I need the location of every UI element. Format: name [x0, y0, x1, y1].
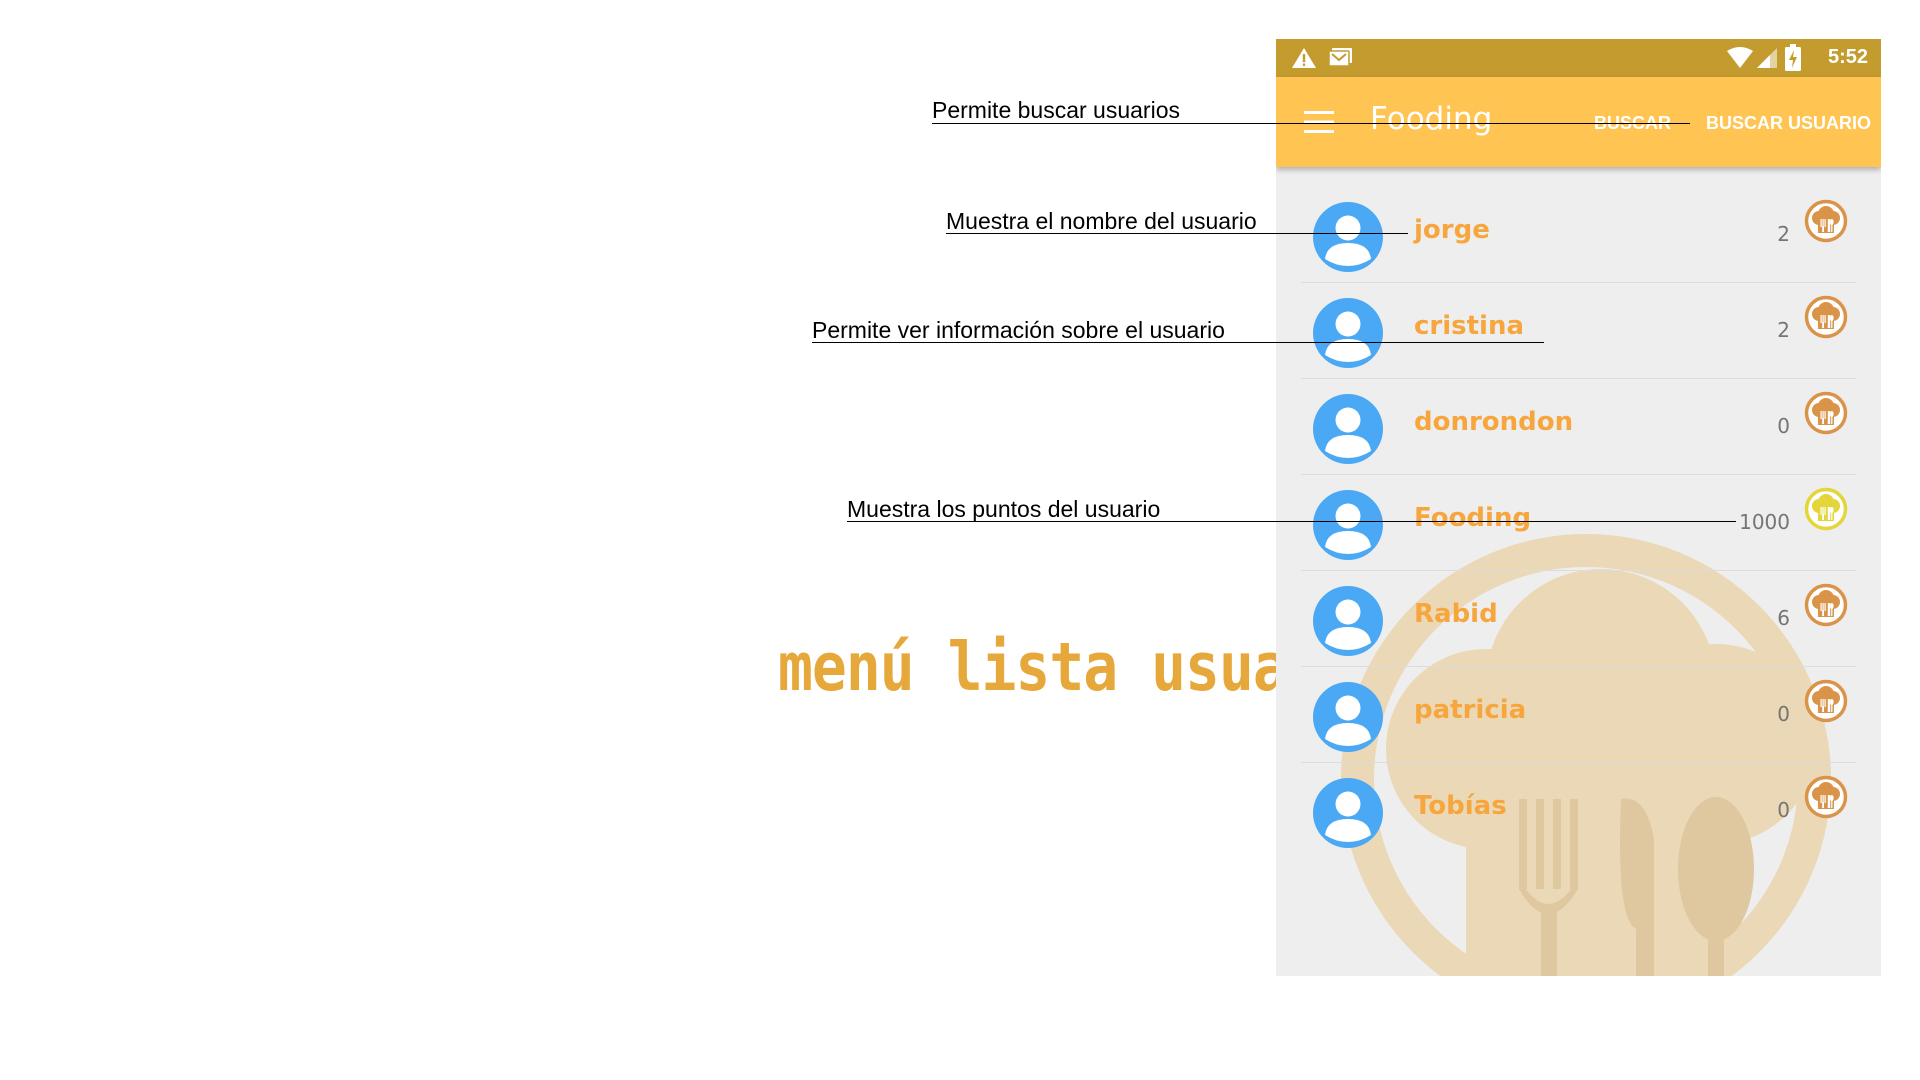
chef-hat-badge-icon: [1804, 391, 1848, 435]
annotation-name-line: [946, 233, 1408, 234]
buscar-usuario-button[interactable]: BUSCAR USUARIO: [1706, 113, 1871, 134]
status-time: 5:52: [1827, 46, 1868, 68]
user-points: 2: [1777, 222, 1790, 246]
user-name: patricia: [1414, 695, 1527, 725]
annotation-search: Permite buscar usuarios: [932, 97, 1180, 123]
chef-hat-badge-icon: [1804, 199, 1848, 243]
user-points: 0: [1777, 414, 1790, 438]
user-list-item[interactable]: Tobías 0: [1301, 763, 1856, 858]
chef-hat-badge-icon: [1804, 295, 1848, 339]
user-list-item[interactable]: cristina 2: [1301, 283, 1856, 379]
user-name: donrondon: [1414, 407, 1574, 437]
user-list-item[interactable]: jorge 2: [1301, 187, 1856, 283]
chef-hat-badge-icon: [1804, 583, 1848, 627]
user-points: 0: [1777, 702, 1790, 726]
avatar-icon[interactable]: [1313, 586, 1383, 656]
battery-icon: [1785, 44, 1801, 71]
user-points: 2: [1777, 318, 1790, 342]
warning-icon: [1292, 48, 1316, 68]
app-toolbar: Fooding BUSCAR BUSCAR USUARIO: [1276, 77, 1881, 167]
phone-screen: 5:52 Fooding BUSCAR BUSCAR USUARIO jorge…: [1276, 39, 1881, 976]
app-title: Fooding: [1370, 101, 1493, 137]
annotation-points: Muestra los puntos del usuario: [847, 496, 1161, 522]
avatar-icon[interactable]: [1313, 394, 1383, 464]
user-name: Tobías: [1414, 791, 1507, 821]
user-points: 0: [1777, 798, 1790, 822]
chef-hat-badge-icon: [1804, 775, 1848, 819]
avatar-icon[interactable]: [1313, 778, 1383, 848]
menu-icon[interactable]: [1304, 111, 1334, 133]
gmail-icon: [1329, 48, 1352, 67]
chef-hat-badge-icon: [1804, 487, 1848, 531]
user-name: Fooding: [1414, 503, 1532, 533]
user-list-item[interactable]: donrondon 0: [1301, 379, 1856, 475]
annotation-name: Muestra el nombre del usuario: [946, 208, 1257, 234]
status-bar: 5:52: [1276, 39, 1881, 77]
annotation-info-line: [812, 342, 1544, 343]
wifi-icon: [1727, 47, 1753, 68]
annotation-info: Permite ver información sobre el usuario: [812, 317, 1225, 343]
avatar-icon[interactable]: [1313, 490, 1383, 560]
user-points: 6: [1777, 606, 1790, 630]
user-list-item[interactable]: Rabid 6: [1301, 571, 1856, 667]
chef-hat-badge-icon: [1804, 679, 1848, 723]
avatar-icon[interactable]: [1313, 298, 1383, 368]
avatar-icon[interactable]: [1313, 202, 1383, 272]
user-name: jorge: [1414, 215, 1490, 245]
user-name: cristina: [1414, 311, 1525, 341]
user-list-item[interactable]: Fooding 1000: [1301, 475, 1856, 571]
user-points: 1000: [1739, 510, 1790, 534]
user-list: jorge 2 cristina 2 donrondon 0 Fooding 1…: [1301, 187, 1856, 858]
slide: Permite buscar usuarios Muestra el nombr…: [0, 0, 1920, 1080]
annotation-search-line: [932, 123, 1690, 124]
annotation-points-line: [847, 521, 1736, 522]
signal-icon: [1757, 48, 1777, 68]
user-list-item[interactable]: patricia 0: [1301, 667, 1856, 763]
avatar-icon[interactable]: [1313, 682, 1383, 752]
user-name: Rabid: [1414, 599, 1498, 629]
